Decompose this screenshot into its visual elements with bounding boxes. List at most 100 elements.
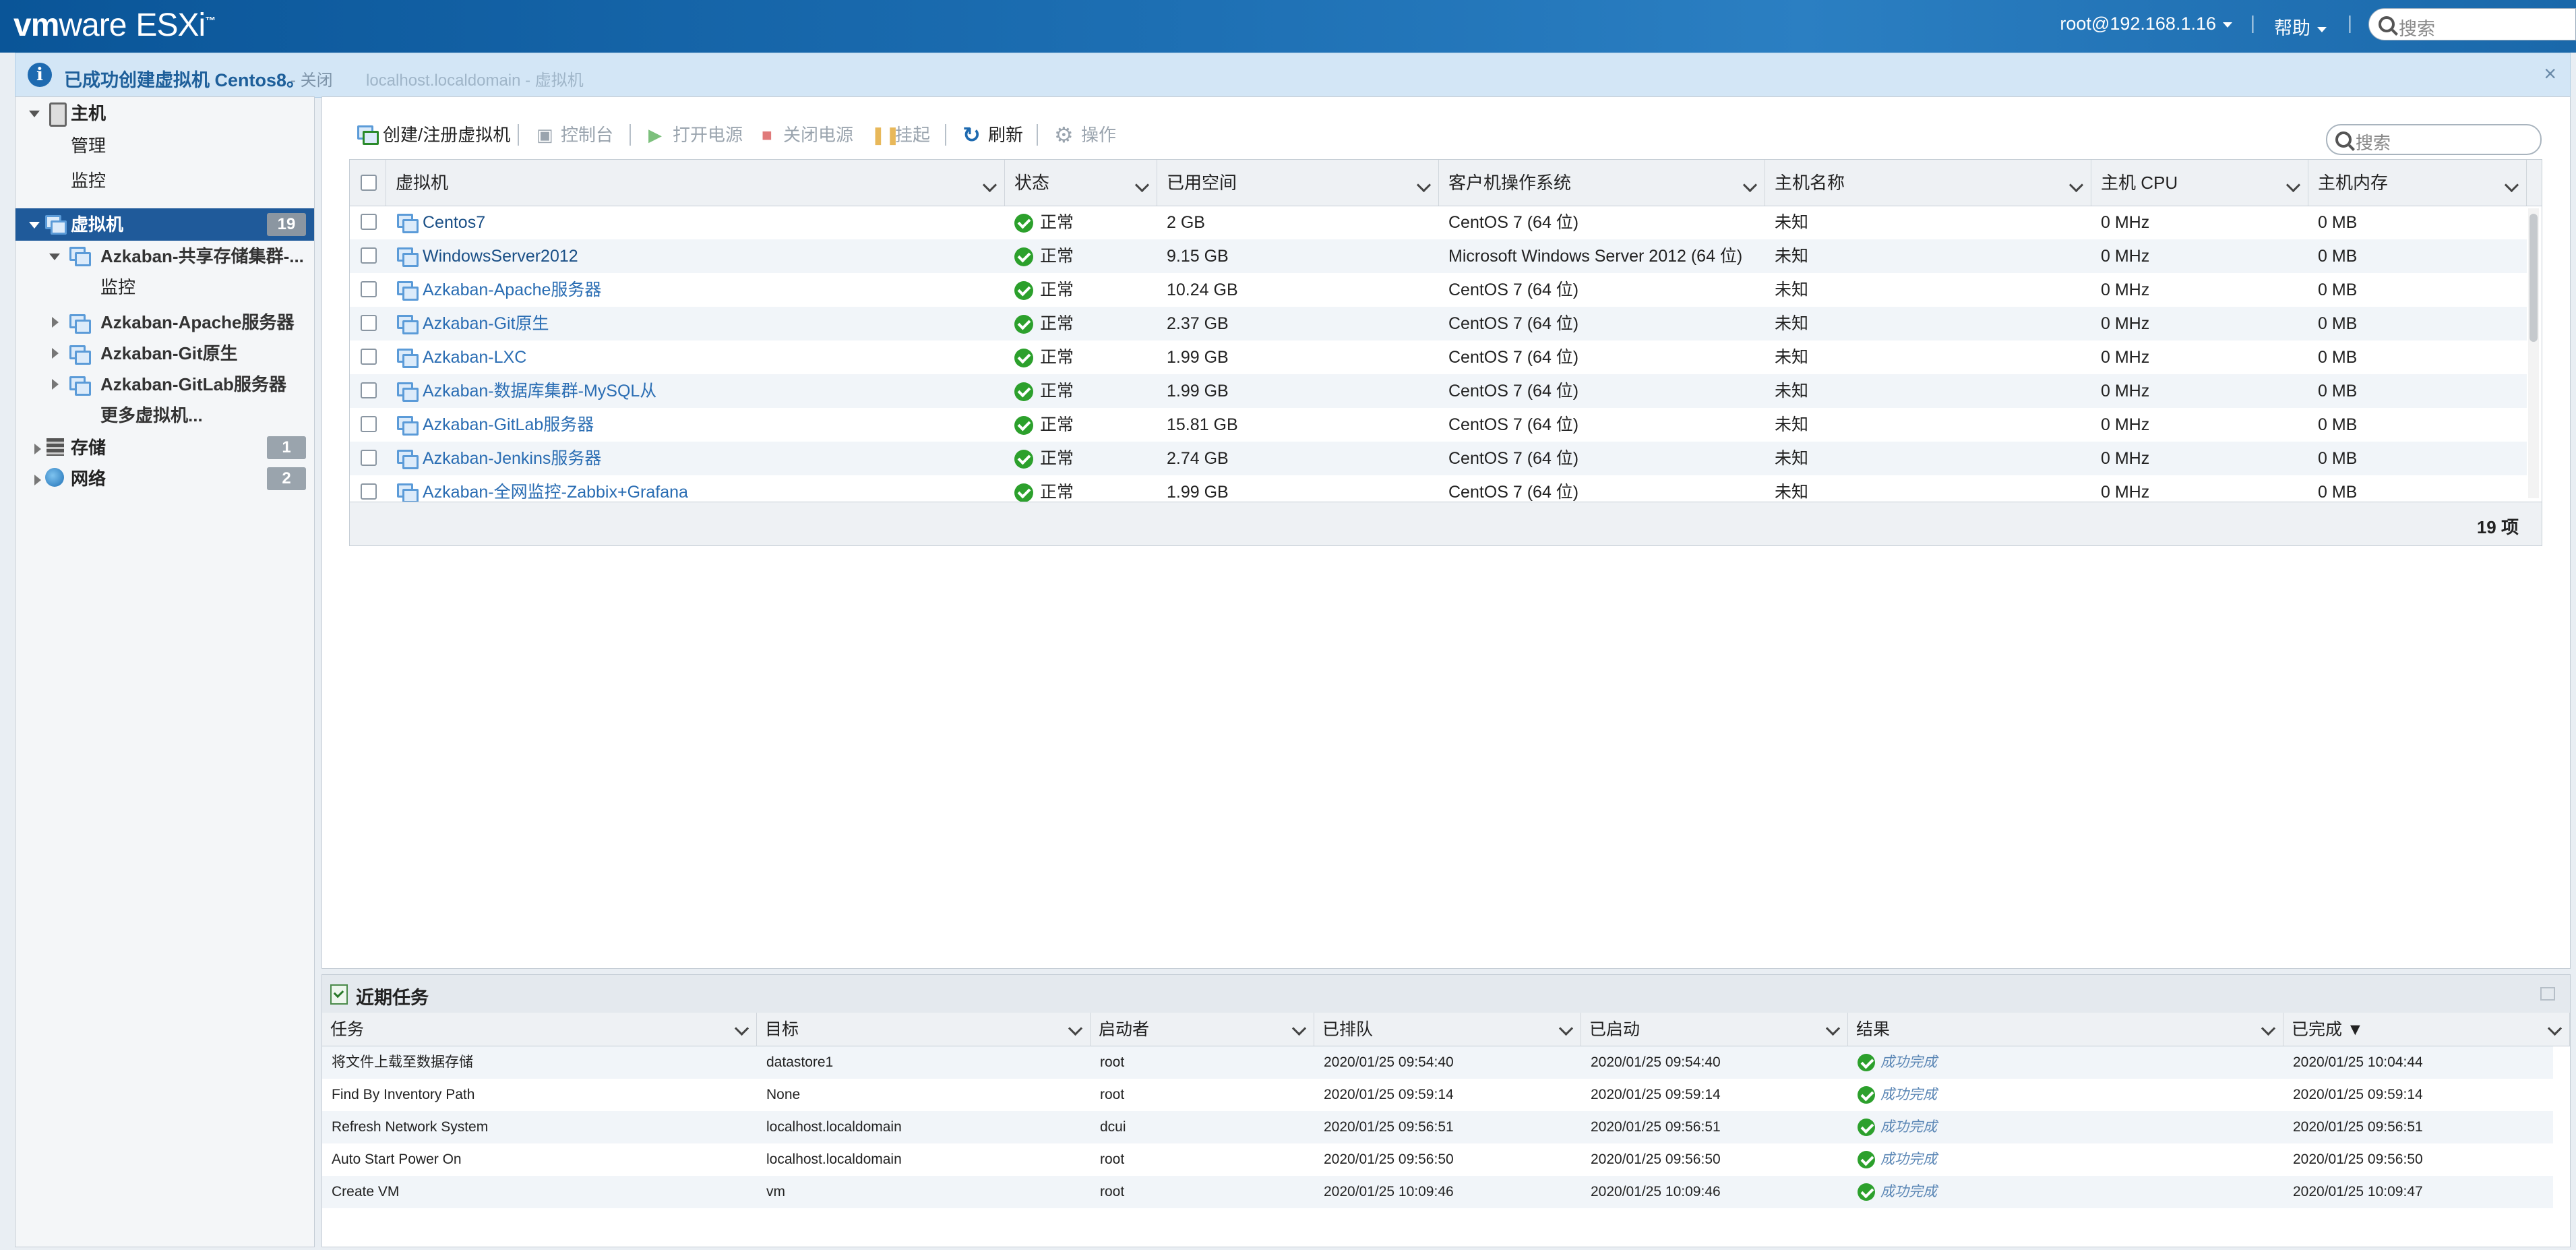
power-on-button[interactable]: 打开电源 (673, 121, 743, 148)
nav-host-monitor[interactable]: 监控 (71, 166, 106, 196)
success-icon (1858, 1054, 1875, 1072)
table-row[interactable]: Centos7 正常 2 GB CentOS 7 (64 位) 未知 0 MHz 0 MB (350, 206, 2527, 239)
nav-vm-item[interactable]: Azkaban-GitLab服务器 (100, 369, 286, 399)
task-initiator-cell: root (1100, 1152, 1125, 1167)
col-used-space[interactable]: 已用空间 (1157, 160, 1439, 206)
expand-icon[interactable] (34, 444, 41, 454)
actions-button[interactable]: 操作 (1081, 121, 1116, 148)
row-checkbox[interactable] (361, 247, 377, 264)
task-row[interactable]: Find By Inventory Path None root 2020/01/25… (322, 1079, 2553, 1111)
row-checkbox[interactable] (361, 315, 377, 331)
vm-name-link[interactable]: Azkaban-GitLab服务器 (423, 408, 995, 442)
expand-icon[interactable] (52, 348, 59, 359)
row-checkbox[interactable] (361, 450, 377, 466)
chevron-down-icon[interactable] (2504, 177, 2519, 193)
vm-name-link[interactable]: Centos7 (423, 206, 995, 239)
chevron-down-icon[interactable] (2547, 1021, 2563, 1036)
row-checkbox[interactable] (361, 382, 377, 398)
vm-name-link[interactable]: Azkaban-LXC (423, 340, 995, 374)
create-vm-button[interactable]: 创建/注册虚拟机 (383, 121, 510, 148)
chevron-down-icon[interactable] (1742, 177, 1758, 193)
table-row[interactable]: Azkaban-Jenkins服务器 正常 2.74 GB CentOS 7 (64 … (350, 442, 2527, 475)
chevron-down-icon[interactable] (2286, 177, 2301, 193)
maximize-icon[interactable] (2540, 987, 2555, 1001)
table-row[interactable]: Azkaban-数据库集群-MySQL从 正常 1.99 GB CentOS 7 (6… (350, 374, 2527, 408)
chevron-down-icon[interactable] (1291, 1021, 1307, 1036)
nav-more-vms[interactable]: 更多虚拟机... (100, 400, 203, 430)
help-menu[interactable]: 帮助 (2274, 13, 2327, 40)
collapse-icon[interactable] (29, 222, 40, 229)
collapse-icon[interactable] (49, 254, 60, 260)
nav-storage[interactable]: 存储 (71, 433, 106, 463)
col-completed[interactable]: 已完成 ▼ (2283, 1013, 2570, 1046)
col-result[interactable]: 结果 (1848, 1013, 2283, 1046)
col-host-cpu[interactable]: 主机 CPU (2091, 160, 2308, 206)
expand-icon[interactable] (52, 317, 59, 328)
user-menu[interactable]: root@192.168.1.16 (2060, 13, 2232, 34)
vm-name-link[interactable]: Azkaban-Jenkins服务器 (423, 442, 995, 475)
task-target-cell: localhost.localdomain (766, 1152, 902, 1167)
refresh-button[interactable]: 刷新 (988, 121, 1023, 148)
table-row[interactable]: Azkaban-Apache服务器 正常 10.24 GB CentOS 7 (64 … (350, 273, 2527, 307)
header-search-input[interactable]: 搜索 (2368, 8, 2576, 40)
chevron-down-icon[interactable] (1068, 1021, 1083, 1036)
row-checkbox[interactable] (361, 349, 377, 365)
table-row[interactable]: Azkaban-LXC 正常 1.99 GB CentOS 7 (64 位) 未知 0 M… (350, 340, 2527, 374)
vm-name-link[interactable]: Azkaban-Apache服务器 (423, 273, 995, 307)
col-initiator[interactable]: 启动者 (1091, 1013, 1314, 1046)
row-checkbox[interactable] (361, 483, 377, 500)
chevron-down-icon[interactable] (982, 177, 998, 193)
vm-search-input[interactable]: 搜索 (2326, 124, 2542, 155)
col-task[interactable]: 任务 (322, 1013, 757, 1046)
chevron-down-icon[interactable] (734, 1021, 749, 1036)
select-all-checkbox[interactable] (361, 175, 377, 191)
vm-name-link[interactable]: WindowsServer2012 (423, 239, 995, 273)
nav-vm-item[interactable]: Azkaban-Git原生 (100, 338, 238, 368)
vm-table-scrollbar[interactable] (2528, 208, 2539, 498)
col-started[interactable]: 已启动 (1581, 1013, 1848, 1046)
col-queued[interactable]: 已排队 (1314, 1013, 1581, 1046)
nav-network[interactable]: 网络 (71, 464, 106, 494)
chevron-down-icon[interactable] (2261, 1021, 2276, 1036)
nav-host-manage[interactable]: 管理 (71, 131, 106, 160)
col-target[interactable]: 目标 (757, 1013, 1091, 1046)
chevron-down-icon[interactable] (1416, 177, 1432, 193)
chevron-down-icon[interactable] (1825, 1021, 1841, 1036)
notification-close-link[interactable]: - 关闭 (290, 67, 333, 90)
suspend-button[interactable]: 挂起 (895, 121, 930, 148)
vm-name-link[interactable]: Azkaban-数据库集群-MySQL从 (423, 374, 995, 408)
nav-vm-item[interactable]: Azkaban-Apache服务器 (100, 307, 295, 337)
expand-icon[interactable] (34, 475, 41, 485)
chevron-down-icon[interactable] (1558, 1021, 1574, 1036)
row-checkbox[interactable] (361, 214, 377, 230)
power-off-button[interactable]: 关闭电源 (783, 121, 853, 148)
row-checkbox[interactable] (361, 281, 377, 297)
col-hostname[interactable]: 主机名称 (1765, 160, 2091, 206)
nav-host[interactable]: 主机 (71, 98, 106, 128)
vm-name-link[interactable]: Azkaban-Git原生 (423, 307, 995, 340)
task-row[interactable]: Refresh Network System localhost.localdom… (322, 1111, 2553, 1143)
console-button[interactable]: 控制台 (561, 121, 613, 148)
chevron-down-icon[interactable] (1134, 177, 1150, 193)
table-row[interactable]: Azkaban-GitLab服务器 正常 15.81 GB CentOS 7 (64 … (350, 408, 2527, 442)
task-row[interactable]: Auto Start Power On localhost.localdomain… (322, 1143, 2553, 1176)
table-row[interactable]: Azkaban-Git原生 正常 2.37 GB CentOS 7 (64 位) 未知 0… (350, 307, 2527, 340)
col-status[interactable]: 状态 (1005, 160, 1157, 206)
scrollbar-thumb[interactable] (2529, 214, 2538, 342)
col-guest-os[interactable]: 客户机操作系统 (1439, 160, 1765, 206)
task-started-cell: 2020/01/25 09:56:51 (1591, 1119, 1721, 1135)
nav-vm-monitor[interactable]: 监控 (100, 272, 135, 302)
chevron-down-icon[interactable] (2068, 177, 2084, 193)
nav-vms[interactable]: 虚拟机 19 (16, 208, 314, 241)
col-vm-name[interactable]: 虚拟机 (386, 160, 1005, 206)
row-checkbox[interactable] (361, 416, 377, 432)
col-host-memory[interactable]: 主机内存 (2308, 160, 2527, 206)
vm-icon (397, 382, 419, 402)
table-row[interactable]: WindowsServer2012 正常 9.15 GB Microsoft Wind… (350, 239, 2527, 273)
expand-icon[interactable] (52, 379, 59, 390)
nav-vm-item[interactable]: Azkaban-共享存储集群-... (100, 241, 304, 271)
collapse-icon[interactable] (29, 111, 40, 117)
task-row[interactable]: Create VM vm root 2020/01/25 10:09:46 2020/0… (322, 1176, 2553, 1208)
close-icon[interactable]: × (2544, 61, 2556, 86)
task-row[interactable]: 将文件上载至数据存储 datastore1 root 2020/01/25 09:54… (322, 1046, 2553, 1079)
